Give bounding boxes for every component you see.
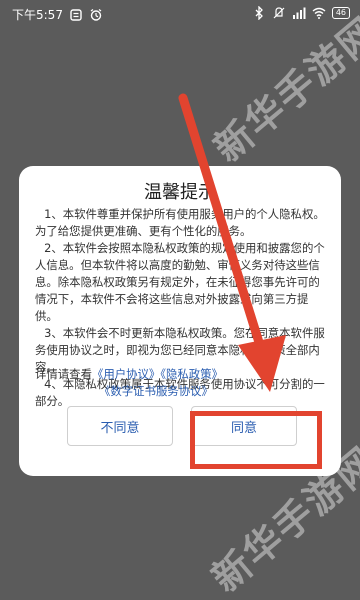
mute-icon: [273, 7, 285, 19]
policy-paragraph: 2、本软件会按照本隐私权政策的规定使用和披露您的个人信息。但本软件将以高度的勤勉…: [35, 241, 325, 323]
screen: 下午5:57 46 新华手游网 新华手游网 温馨提示 1、本软件尊重并保护所有使…: [0, 0, 360, 600]
user-agreement-link[interactable]: 《用户协议》: [92, 367, 160, 381]
privacy-policy-link[interactable]: 《隐私政策》: [160, 367, 223, 381]
highlight-box: [190, 411, 322, 469]
alarm-icon: [90, 8, 102, 21]
status-left: 下午5:57: [12, 6, 103, 23]
dialog-title: 温馨提示: [144, 182, 216, 203]
details-prefix: 详情请查看: [35, 367, 92, 381]
details-line: 详情请查看《用户协议》《隐私政策》: [35, 366, 329, 383]
status-bar: 下午5:57 46: [0, 0, 360, 28]
bluetooth-icon: [255, 6, 263, 20]
wifi-icon: [312, 7, 326, 19]
notification-icon: [70, 8, 82, 21]
cert-agreement-link[interactable]: 《数字证书服务协议》: [99, 383, 213, 399]
signal-icon: [292, 7, 306, 19]
disagree-button[interactable]: 不同意: [67, 406, 173, 446]
policy-paragraph: 1、本软件尊重并保护所有使用服务用户的个人隐私权。为了给您提供更准确、更有个性化…: [35, 207, 325, 238]
status-time: 下午5:57: [12, 8, 63, 22]
